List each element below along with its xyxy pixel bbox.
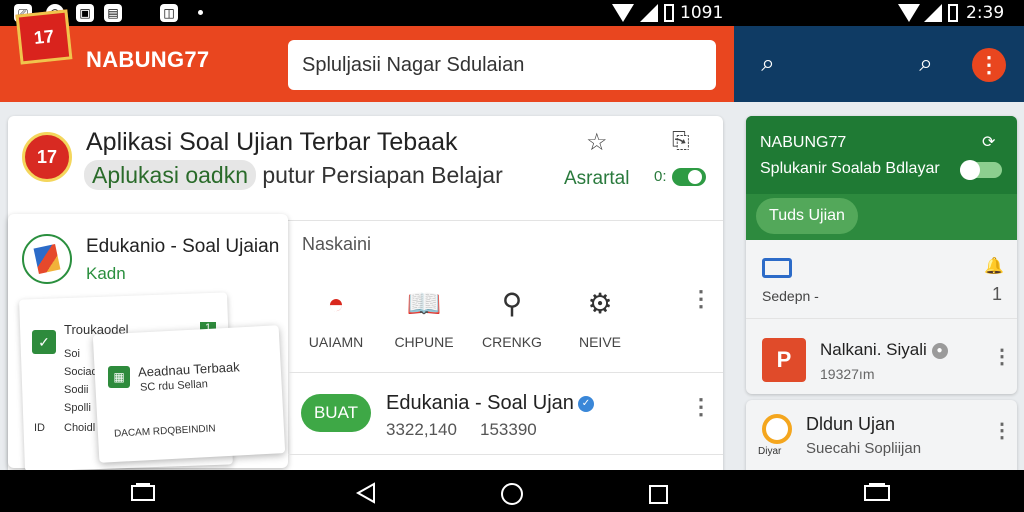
more-options-icon[interactable]: ⋮ (690, 396, 712, 418)
status-text: Asrartal (564, 168, 630, 189)
battery-icon (948, 4, 958, 22)
more-options-icon[interactable]: ⋮ (690, 288, 712, 310)
bell-icon[interactable]: 🔔 (984, 256, 1004, 276)
app-icon[interactable]: P (762, 338, 806, 382)
list-item-subtitle: Suecahi Sopliijan (806, 440, 922, 457)
category-label: CHPUNE (394, 334, 454, 350)
sync-icon[interactable]: ⟳ (982, 132, 995, 152)
helmet-icon: ◓ (327, 288, 345, 319)
section-text: Sedepn - (762, 288, 819, 304)
app-title: NABUNG77 (86, 47, 210, 72)
recents-icon[interactable] (862, 482, 892, 504)
preview-card-front[interactable] (92, 325, 286, 463)
list-item-title: Dldun Ujan (806, 414, 896, 434)
preview-line: Soi (64, 348, 80, 360)
home-icon[interactable] (500, 482, 526, 508)
toggle-knob (688, 170, 702, 184)
app-row-meta: 153390 (480, 420, 537, 439)
recents-icon[interactable] (130, 482, 158, 504)
gear-icon: ⚙ (587, 288, 613, 319)
subtitle-text: putur Persiapan Belajar (256, 162, 503, 188)
app-icon-label: Diyar (758, 446, 782, 457)
star-icon[interactable]: ☆ (586, 128, 608, 157)
search-icon[interactable]: ⌕ (912, 50, 940, 78)
section-label: Naskaini (302, 234, 372, 254)
status-time: 1091 (680, 3, 724, 23)
right-panel-subtitle: Splukanir Soalab Bdlayar (760, 160, 940, 177)
gallery-icon: ▣ (76, 4, 94, 22)
right-panel-header-top (746, 116, 1017, 194)
category-item[interactable]: ⚙ NEIVE (556, 274, 644, 360)
preview-footer-right: Choidl (64, 422, 96, 434)
app-row-title: Edukania - Soal Ujan ✓ (386, 392, 594, 415)
divider (288, 454, 723, 455)
search-input[interactable]: Spluljasii Nagar Sdulaian (288, 40, 716, 90)
more-options-icon[interactable]: ⋮ (992, 347, 1012, 367)
buat-button[interactable]: BUAT (301, 394, 371, 432)
preview-line: Sociad (64, 366, 98, 378)
back-icon[interactable] (352, 482, 380, 504)
preview-line: Spolli (64, 402, 91, 414)
book-icon: 📖 (406, 288, 442, 319)
overview-icon[interactable] (648, 484, 670, 506)
grid-icon: ▦ (108, 366, 130, 388)
right-panel-toggle[interactable] (960, 160, 1002, 180)
main-toggle[interactable]: 0: (654, 166, 706, 188)
preview-footer-left: ID (34, 422, 45, 434)
edukania-logo (22, 234, 72, 284)
more-options-icon[interactable]: ⋮ (992, 421, 1012, 441)
calendar-icon (762, 258, 792, 278)
list-item-title: Nalkani. Siyali ● (820, 340, 948, 360)
divider (746, 318, 1017, 319)
category-label: UAIAMN (308, 334, 364, 350)
share-icon[interactable]: ⎘ (672, 128, 690, 154)
more-options-icon[interactable]: ⋮ (972, 48, 1006, 82)
app-logo[interactable]: 17 (15, 9, 73, 65)
main-card-logo: 17 (22, 132, 72, 182)
nested-card-title: Edukanio - Soal Ujaian (86, 236, 280, 257)
list-item-title-text: Nalkani. Siyali (820, 340, 927, 359)
check-icon: ✓ (32, 330, 56, 354)
nfc-icon: ◫ (160, 4, 178, 22)
section-count: 1 (992, 284, 1003, 304)
toggle-label: 0: (654, 168, 667, 185)
battery-icon (664, 4, 674, 22)
main-card-subtitle: Aplukasi oadkn putur Persiapan Belajar (84, 160, 503, 196)
category-item[interactable]: ⚲ CRENKG (468, 274, 556, 360)
category-label: CRENKG (482, 334, 542, 350)
signal-icon (640, 4, 658, 22)
wifi-icon (898, 4, 920, 22)
notification-dot-icon (198, 10, 203, 15)
status-time: 2:39 (966, 3, 1005, 23)
app-row-title-text: Edukania - Soal Ujan (386, 392, 574, 414)
search-icon[interactable]: ⌕ (754, 50, 782, 78)
category-item[interactable]: 📖 CHPUNE (380, 274, 468, 360)
nested-card-subtitle: Kadn (86, 264, 126, 283)
app-row-meta: 3322,140 (386, 420, 457, 439)
wifi-icon (612, 4, 634, 22)
subtitle-pill: Aplukasi oadkn (84, 160, 256, 190)
verified-icon: ✓ (577, 395, 594, 412)
signal-icon (924, 4, 942, 22)
divider (288, 372, 723, 373)
screenshot-icon: ▤ (104, 4, 122, 22)
category-label: NEIVE (578, 334, 621, 350)
main-card-title: Aplikasi Soal Ujian Terbar Tebaak (86, 128, 458, 156)
category-item[interactable]: ◓ UAIAMN (292, 274, 380, 360)
app-icon (762, 414, 792, 444)
right-panel-title: NABUNG77 (760, 134, 847, 151)
tuds-ujian-chip[interactable]: Tuds Ujian (756, 198, 858, 234)
list-item-meta: 19327ım (820, 366, 875, 382)
preview-line: Sodii (64, 384, 89, 396)
info-icon: ● (931, 342, 948, 359)
status-bar: ⎚ ◎ ▣ ▤ ◫ 1091 2:39 (0, 0, 1024, 26)
search-icon: ⚲ (501, 288, 523, 319)
